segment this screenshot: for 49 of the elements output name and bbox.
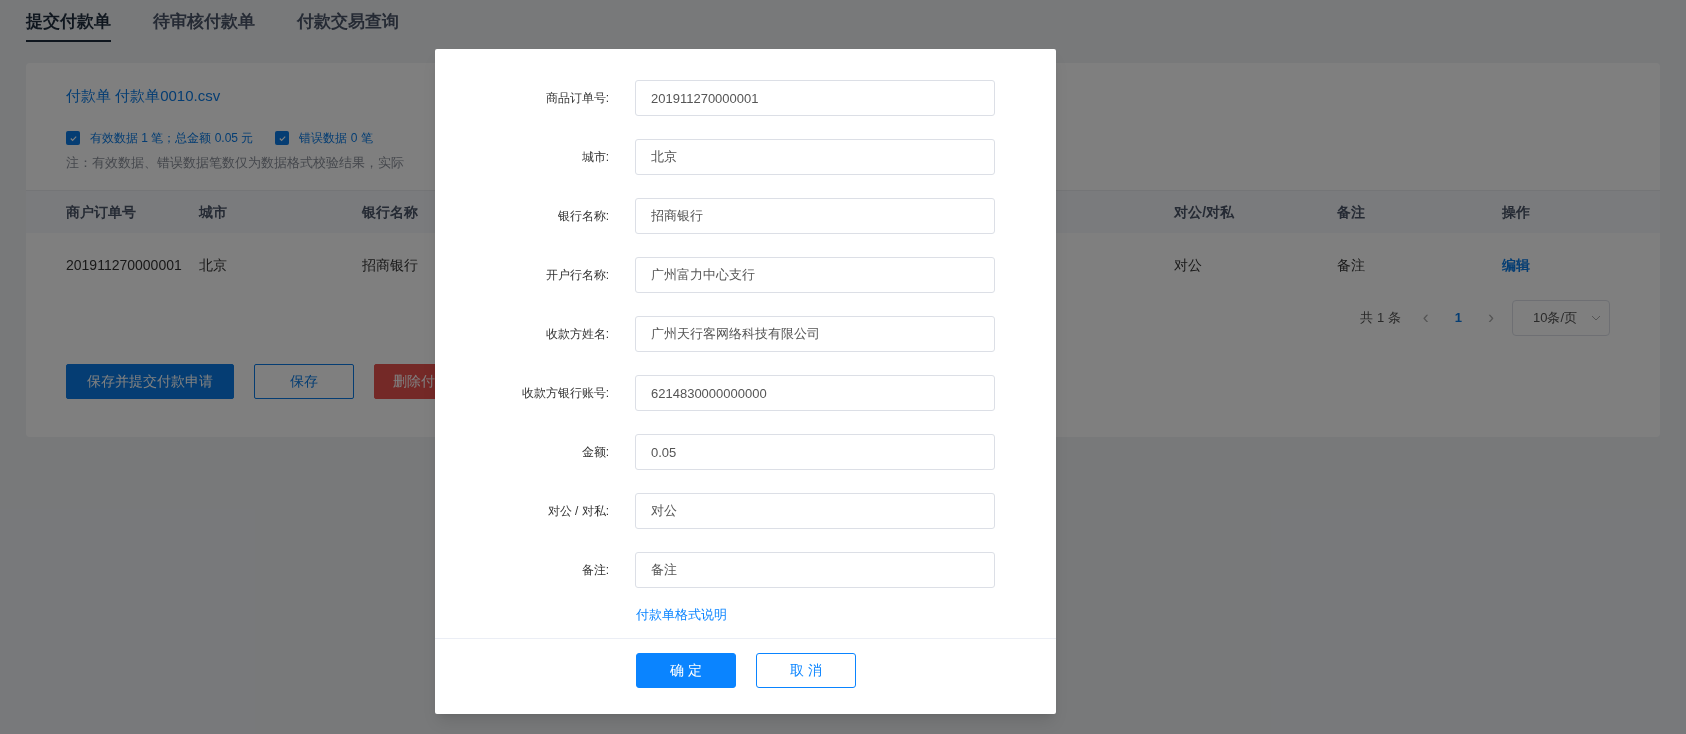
field-label: 备注: (580, 562, 610, 579)
tab[interactable]: 待审核付款单 (153, 9, 255, 42)
input-field[interactable]: 北京 (635, 139, 995, 175)
tab[interactable]: 提交付款单 (26, 9, 111, 42)
check-icon (277, 133, 287, 143)
checkbox[interactable] (66, 131, 80, 145)
field-label: 银行名称: (556, 208, 610, 225)
field-label: 对公 / 对私: (546, 503, 610, 520)
column-header: 商户订单号 (66, 203, 136, 220)
total-count: 共 1 条 (1360, 308, 1401, 327)
dialog-button[interactable]: 取 消 (756, 653, 856, 688)
field-label: 收款方姓名: (544, 326, 610, 343)
table-cell: 对公 (1174, 257, 1203, 273)
column-header: 对公/对私 (1174, 203, 1235, 220)
table-cell: 招商银行 (361, 257, 418, 273)
input-field[interactable]: 广州天行客网络科技有限公司 (635, 316, 995, 352)
file-title: 付款单 付款单0010.csv (66, 85, 221, 106)
checkbox[interactable] (275, 131, 290, 145)
format-help-link[interactable]: 付款单格式说明 (636, 607, 727, 622)
check-label: 错误数据 0 笔 (299, 130, 373, 147)
input-field[interactable]: 对公 (635, 493, 995, 529)
input-field[interactable]: 广州富力中心支行 (635, 257, 995, 293)
field-label: 收款方银行账号: (520, 385, 610, 402)
edit-link[interactable]: 编辑 (1501, 257, 1530, 273)
tab[interactable]: 付款交易查询 (297, 9, 399, 42)
check-label: 有效数据 1 笔；总金额 0.05 元 (90, 130, 254, 147)
field-label: 商品订单号: (544, 90, 610, 107)
column-header: 操作 (1501, 203, 1530, 220)
page-number[interactable]: 1 (1454, 307, 1462, 328)
page-size-select[interactable]: 10条/页 (1512, 299, 1610, 336)
action-button[interactable]: 保存并提交付款申请 (66, 363, 234, 399)
chevron-down-icon (1591, 314, 1601, 321)
input-field[interactable]: 0.05 (635, 434, 995, 470)
column-header: 备注 (1337, 203, 1365, 220)
input-field[interactable]: 6214830000000000 (635, 375, 995, 411)
dialog-button[interactable]: 确 定 (636, 653, 736, 688)
table-cell: 201911270000001 (66, 257, 182, 273)
field-label: 城市: (580, 149, 610, 166)
input-field[interactable]: 201911270000001 (635, 80, 995, 116)
action-button[interactable]: 保存 (254, 363, 354, 399)
check-icon (68, 133, 78, 143)
input-field[interactable]: 备注 (635, 552, 995, 588)
field-label: 开户行名称: (544, 267, 610, 284)
column-header: 银行名称 (361, 203, 418, 220)
field-label: 金额: (580, 444, 610, 461)
table-cell: 北京 (199, 257, 228, 273)
table-cell: 备注 (1337, 257, 1365, 273)
input-field[interactable]: 招商银行 (635, 198, 995, 234)
column-header: 城市 (199, 203, 228, 220)
